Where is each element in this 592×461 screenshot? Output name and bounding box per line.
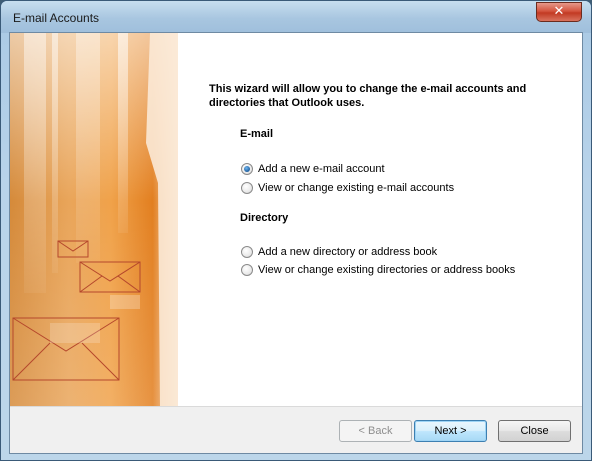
wizard-content: This wizard will allow you to change the… [178,33,582,406]
radio-add-email-account[interactable]: Add a new e-mail account [241,161,385,177]
radio-label: Add a new e-mail account [258,163,385,175]
back-button[interactable]: < Back [339,420,412,442]
email-section-title: E-mail [240,128,274,140]
radio-button-selected[interactable] [241,163,253,175]
radio-add-directory[interactable]: Add a new directory or address book [241,244,437,260]
radio-button[interactable] [241,246,253,258]
next-button[interactable]: Next > [414,420,487,442]
radio-view-email-accounts[interactable]: View or change existing e-mail accounts [241,180,454,196]
wizard-button-bar: < Back Next > Close [10,406,582,453]
window-title: E-mail Accounts [13,11,100,25]
radio-label: View or change existing e-mail accounts [258,182,455,194]
wizard-intro-text: This wizard will allow you to change the… [209,83,527,109]
radio-label: View or change existing directories or a… [258,264,516,276]
window-close-button[interactable]: ✕ [536,2,582,22]
envelope-banner-image [10,33,178,406]
title-bar[interactable]: E-mail Accounts ✕ [1,1,591,33]
directory-section-title: Directory [240,212,289,224]
email-accounts-window: E-mail Accounts ✕ This wizard will allow… [0,0,592,461]
wizard-side-banner [10,33,178,406]
radio-view-directories[interactable]: View or change existing directories or a… [241,262,515,278]
radio-button[interactable] [241,264,253,276]
radio-button[interactable] [241,182,253,194]
radio-label: Add a new directory or address book [258,246,438,258]
wizard-client-area: This wizard will allow you to change the… [9,32,583,454]
close-button[interactable]: Close [498,420,571,442]
